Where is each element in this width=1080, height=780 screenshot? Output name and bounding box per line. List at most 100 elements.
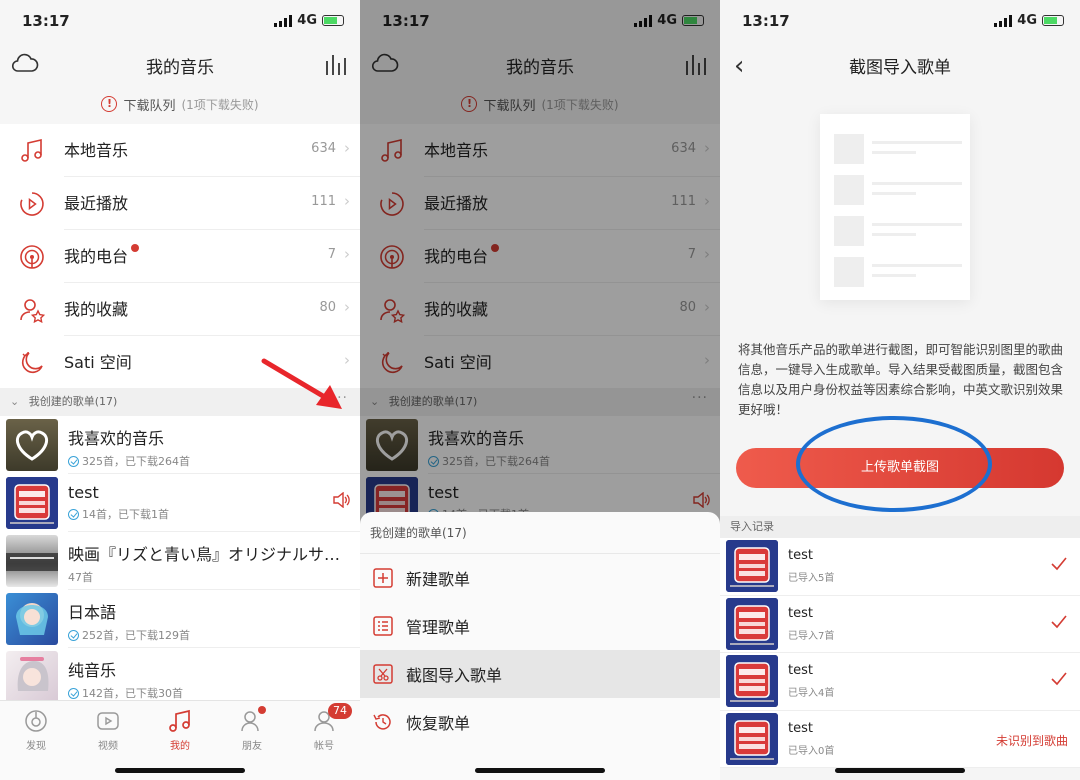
sheet-item[interactable]: 新建歌单 — [360, 554, 720, 602]
tab-item[interactable]: 发现 — [0, 701, 72, 780]
playlist-title: 纯音乐 — [68, 661, 117, 680]
sheet-item-label: 管理歌单 — [406, 618, 471, 637]
moon-icon — [0, 350, 64, 376]
radio-icon — [0, 244, 64, 270]
music-icon — [144, 709, 216, 733]
my-music-screen: 13:17 4G 我的音乐 ! 下载队列 (1项下载失败) 本地音乐 634 ›… — [0, 0, 360, 780]
record-title: test — [788, 605, 813, 621]
menu-item-count: 80 — [319, 300, 336, 315]
download-queue-detail: (1项下载失败) — [181, 97, 259, 112]
menu-item-label: Sati 空间 — [64, 353, 132, 372]
friends-icon — [216, 709, 288, 733]
status-time: 13:17 — [22, 12, 70, 30]
chevron-right-icon: › — [344, 139, 350, 157]
playlist-row[interactable]: 日本語 252首，已下载129首 — [0, 590, 360, 648]
playlist-meta: 325首，已下载264首 — [82, 455, 190, 468]
menu-item[interactable]: 我的电台 7 › — [0, 230, 360, 283]
chevron-right-icon: › — [344, 192, 350, 210]
import-record-row[interactable]: test 已导入0首 未识别到歌曲 — [720, 711, 1080, 768]
cover-anime-blue — [6, 593, 58, 645]
chevron-down-icon: ⌄ — [10, 395, 20, 408]
screenshot-illustration — [820, 114, 970, 300]
home-indicator — [475, 768, 605, 773]
error-icon: ! — [101, 96, 118, 112]
import-record-row[interactable]: test 已导入5首 — [720, 538, 1080, 596]
playlist-row[interactable]: test 14首，已下载1首 — [0, 474, 360, 532]
home-indicator — [835, 768, 965, 773]
menu-item[interactable]: 本地音乐 634 › — [0, 124, 360, 177]
equalizer-icon[interactable] — [324, 53, 348, 79]
record-status: 未识别到歌曲 — [995, 733, 1068, 748]
music-menu: 本地音乐 634 › 最近播放 111 › 我的电台 7 › 我的收藏 80 ›… — [0, 124, 360, 389]
chevron-right-icon: › — [344, 298, 350, 316]
screenshot-import-screen: 13:17 4G ‹ 截图导入歌单 将其他音乐产品的歌单进行截图，即可智能识别图… — [720, 0, 1080, 780]
section-title: 我创建的歌单(17) — [28, 395, 118, 408]
chevron-right-icon: › — [344, 245, 350, 263]
sheet-item[interactable]: 截图导入歌单 — [360, 650, 720, 698]
friends-dot — [258, 706, 266, 714]
battery-icon — [322, 15, 344, 26]
downloaded-check-icon — [68, 629, 79, 641]
check-icon — [1050, 671, 1068, 691]
menu-item[interactable]: 最近播放 111 › — [0, 177, 360, 230]
playlist-row[interactable]: 纯音乐 142首，已下载30首 — [0, 648, 360, 706]
annotation-arrow — [261, 358, 342, 409]
import-record-row[interactable]: test 已导入4首 — [720, 653, 1080, 711]
cover-ralph — [726, 597, 778, 650]
cover-ralph — [6, 477, 58, 529]
tab-label: 朋友 — [242, 741, 262, 752]
menu-item[interactable]: 我的收藏 80 › — [0, 283, 360, 336]
cover-ralph — [726, 712, 778, 765]
menu-item-label: 最近播放 — [64, 194, 129, 213]
check-icon — [1050, 556, 1068, 576]
plus-square-icon — [360, 567, 406, 589]
cover-ralph — [726, 540, 778, 593]
tab-label: 视频 — [98, 741, 118, 752]
playlist-title: test — [68, 483, 99, 502]
record-meta: 已导入7首 — [788, 630, 835, 642]
tab-label: 我的 — [170, 741, 190, 752]
playlist-meta: 252首，已下载129首 — [82, 629, 190, 642]
sheet-item[interactable]: 恢复歌单 — [360, 698, 720, 746]
menu-item-count: 634 — [311, 141, 336, 156]
discover-icon — [0, 709, 72, 733]
sheet-title: 我创建的歌单(17) — [360, 512, 720, 554]
cover-favorite — [6, 419, 58, 471]
tab-label: 发现 — [26, 741, 46, 752]
download-queue-label: 下载队列 — [123, 98, 176, 114]
downloaded-check-icon — [68, 508, 79, 520]
downloaded-check-icon — [68, 687, 79, 699]
signal-icon — [994, 14, 1013, 27]
download-queue[interactable]: ! 下载队列 (1项下载失败) — [0, 86, 360, 122]
playlist-row[interactable]: 我喜欢的音乐 325首，已下载264首 — [0, 416, 360, 474]
playlist-title: 映画『リズと青い鳥』オリジナルサ… — [68, 545, 341, 564]
music-note-icon — [0, 138, 64, 164]
sheet-item[interactable]: 管理歌单 — [360, 602, 720, 650]
downloaded-check-icon — [68, 455, 79, 467]
status-bar: 13:17 4G — [0, 0, 360, 44]
status-bar: 13:17 4G — [720, 0, 1080, 44]
sheet-item-label: 恢复歌单 — [406, 714, 471, 733]
record-meta: 已导入4首 — [788, 688, 835, 700]
import-record-row[interactable]: test 已导入7首 — [720, 596, 1080, 653]
playlist-row[interactable]: 映画『リズと青い鳥』オリジナルサ… 47首 — [0, 532, 360, 590]
screenshot-import-icon — [360, 663, 406, 685]
playlist-action-sheet: 我创建的歌单(17) 新建歌单 管理歌单 截图导入歌单 恢复歌单 — [360, 512, 720, 780]
new-dot — [131, 244, 140, 252]
restore-icon — [360, 711, 406, 733]
menu-item-count: 7 — [327, 247, 336, 262]
menu-item-label: 本地音乐 — [64, 141, 129, 160]
home-indicator — [115, 768, 245, 773]
account-badge: 74 — [328, 703, 352, 719]
nav-bar: 我的音乐 — [0, 44, 360, 86]
status-time: 13:17 — [742, 12, 790, 30]
playlist-title: 日本語 — [68, 603, 117, 622]
signal-icon — [274, 14, 293, 27]
tab-item[interactable]: 帐号 74 — [288, 701, 360, 780]
annotation-circle — [796, 416, 992, 512]
nav-bar: ‹ 截图导入歌单 — [720, 44, 1080, 86]
playlist-list: 我喜欢的音乐 325首，已下载264首 test 14首，已下载1首 映画『リズ… — [0, 416, 360, 706]
network-label: 4G — [297, 13, 317, 28]
cover-ralph — [726, 655, 778, 708]
speaker-icon — [332, 491, 350, 512]
